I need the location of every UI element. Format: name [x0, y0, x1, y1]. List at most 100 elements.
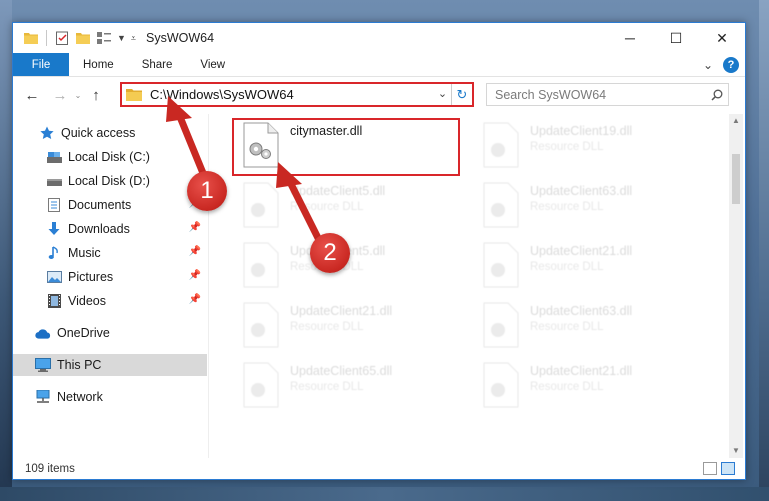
- dll-file-icon: [242, 362, 282, 410]
- file-name: UpdateClient19.dll: [530, 124, 633, 138]
- ribbon-tabs: File Home Share View ⌄ ?: [13, 53, 745, 77]
- large-icons-view-icon[interactable]: [721, 462, 735, 475]
- pin-icon[interactable]: 📌: [189, 294, 201, 305]
- details-view-icon[interactable]: [703, 462, 717, 475]
- sidebar-item-onedrive[interactable]: OneDrive: [13, 322, 207, 344]
- file-name: UpdateClient21.dll: [530, 244, 633, 258]
- toolbar-separator: [46, 30, 47, 46]
- file-name: UpdateClient65.dll: [290, 364, 393, 378]
- pin-icon[interactable]: 📌: [189, 222, 201, 233]
- sidebar-item-videos[interactable]: Videos 📌: [13, 290, 207, 312]
- help-icon[interactable]: ?: [723, 57, 739, 73]
- explorer-content: Quick access Local Disk (C:) Local Disk …: [13, 114, 745, 458]
- sidebar-item-label: Pictures: [68, 270, 114, 284]
- dll-file-icon: [482, 122, 522, 170]
- dll-file-icon: [242, 302, 282, 350]
- status-bar: 109 items: [13, 458, 745, 480]
- file-name: UpdateClient63.dll: [530, 304, 633, 318]
- file-name: UpdateClient5.dll: [290, 184, 386, 198]
- new-folder-icon[interactable]: [75, 30, 91, 46]
- sidebar-item-documents[interactable]: Documents 📌: [13, 194, 207, 216]
- desktop-background-bottom: [0, 487, 769, 501]
- sidebar-item-label: Videos: [68, 294, 106, 308]
- file-tile[interactable]: UpdateClient65.dll Resource DLL: [220, 358, 444, 410]
- view-options-icon[interactable]: [96, 30, 112, 46]
- tab-share[interactable]: Share: [128, 53, 187, 76]
- window-controls: ─ ☐ ✕: [607, 23, 745, 53]
- file-name: UpdateClient21.dll: [530, 364, 633, 378]
- properties-icon[interactable]: [54, 30, 70, 46]
- sidebar-item-downloads[interactable]: Downloads 📌: [13, 218, 207, 240]
- tab-home[interactable]: Home: [69, 53, 128, 76]
- navigation-pane: Quick access Local Disk (C:) Local Disk …: [13, 114, 209, 458]
- forward-button[interactable]: →: [49, 87, 71, 104]
- address-path[interactable]: C:\Windows\SysWOW64: [150, 87, 434, 102]
- sidebar-item-this-pc[interactable]: This PC: [13, 354, 207, 376]
- scroll-thumb[interactable]: [732, 154, 740, 204]
- vertical-scrollbar[interactable]: ▲ ▼: [729, 114, 743, 458]
- file-tile[interactable]: UpdateClient21.dll Resource DLL: [460, 358, 684, 410]
- cloud-icon: [35, 325, 51, 341]
- file-type: Resource DLL: [290, 321, 364, 333]
- sidebar-item-local-disk-c[interactable]: Local Disk (C:): [13, 146, 207, 168]
- file-type: Resource DLL: [530, 381, 604, 393]
- sidebar-item-music[interactable]: Music 📌: [13, 242, 207, 264]
- star-icon: [39, 125, 55, 141]
- file-tile[interactable]: UpdateClient21.dll Resource DLL: [220, 298, 444, 350]
- file-tile-citymaster[interactable]: citymaster.dll: [220, 118, 444, 170]
- sidebar-item-label: OneDrive: [57, 326, 110, 340]
- dll-file-icon: [242, 182, 282, 230]
- sidebar-item-label: Quick access: [61, 126, 136, 140]
- address-bar[interactable]: C:\Windows\SysWOW64 ⌄ ↻: [120, 82, 474, 107]
- back-button[interactable]: ←: [21, 87, 43, 104]
- pin-icon[interactable]: 📌: [189, 270, 201, 281]
- item-count: 109 items: [25, 463, 75, 475]
- up-button[interactable]: ↑: [85, 87, 107, 104]
- close-button[interactable]: ✕: [699, 23, 745, 53]
- pin-icon[interactable]: 📌: [189, 246, 201, 257]
- sidebar-item-label: This PC: [57, 358, 102, 372]
- sidebar-item-network[interactable]: Network: [13, 386, 207, 408]
- file-type: Resource DLL: [530, 141, 604, 153]
- maximize-button[interactable]: ☐: [653, 23, 699, 53]
- file-type: Resource DLL: [290, 201, 364, 213]
- documents-icon: [46, 197, 62, 213]
- scroll-down-icon[interactable]: ▼: [729, 444, 743, 458]
- tab-view[interactable]: View: [186, 53, 239, 76]
- desktop-background-left: [0, 0, 12, 501]
- step-marker-1: 1: [187, 171, 227, 211]
- tab-file[interactable]: File: [13, 53, 69, 76]
- file-tile[interactable]: UpdateClient63.dll Resource DLL: [460, 298, 684, 350]
- sidebar-item-label: Network: [57, 390, 103, 404]
- pictures-icon: [46, 269, 62, 285]
- refresh-icon[interactable]: ↻: [452, 87, 472, 103]
- address-dropdown-chevron-icon[interactable]: ⌄: [434, 84, 452, 105]
- file-tile[interactable]: UpdateClient63.dll Resource DLL: [460, 178, 684, 230]
- sidebar-item-label: Documents: [68, 198, 132, 212]
- sidebar-item-quick-access[interactable]: Quick access: [13, 122, 207, 144]
- expand-ribbon-chevron-icon[interactable]: ⌄: [703, 58, 713, 72]
- file-tile[interactable]: UpdateClient5.dll Resource DLL: [220, 178, 444, 230]
- view-switcher: [703, 462, 735, 475]
- file-tile[interactable]: UpdateClient21.dll Resource DLL: [460, 238, 684, 290]
- search-icon[interactable]: [706, 89, 728, 101]
- search-box: [486, 83, 729, 106]
- dll-file-icon: [482, 362, 522, 410]
- dll-file-icon: [482, 182, 522, 230]
- customize-toolbar-chevron-icon[interactable]: ▼: [117, 33, 126, 43]
- minimize-button[interactable]: ─: [607, 23, 653, 53]
- download-icon: [46, 221, 62, 237]
- scroll-up-icon[interactable]: ▲: [729, 114, 743, 128]
- recent-locations-chevron-icon[interactable]: ⌄: [71, 91, 85, 100]
- folder-icon[interactable]: [23, 30, 39, 46]
- sidebar-item-pictures[interactable]: Pictures 📌: [13, 266, 207, 288]
- dll-file-icon: [242, 122, 282, 170]
- step-marker-2: 2: [310, 233, 350, 273]
- file-type: Resource DLL: [290, 381, 364, 393]
- sidebar-item-local-disk-d[interactable]: Local Disk (D:): [13, 170, 207, 192]
- search-input[interactable]: [487, 84, 706, 105]
- file-type: Resource DLL: [530, 321, 604, 333]
- window-title: SysWOW64: [146, 31, 215, 45]
- file-tile[interactable]: UpdateClient19.dll Resource DLL: [460, 118, 684, 170]
- toolbar-overflow-icon[interactable]: ⩡: [131, 33, 136, 44]
